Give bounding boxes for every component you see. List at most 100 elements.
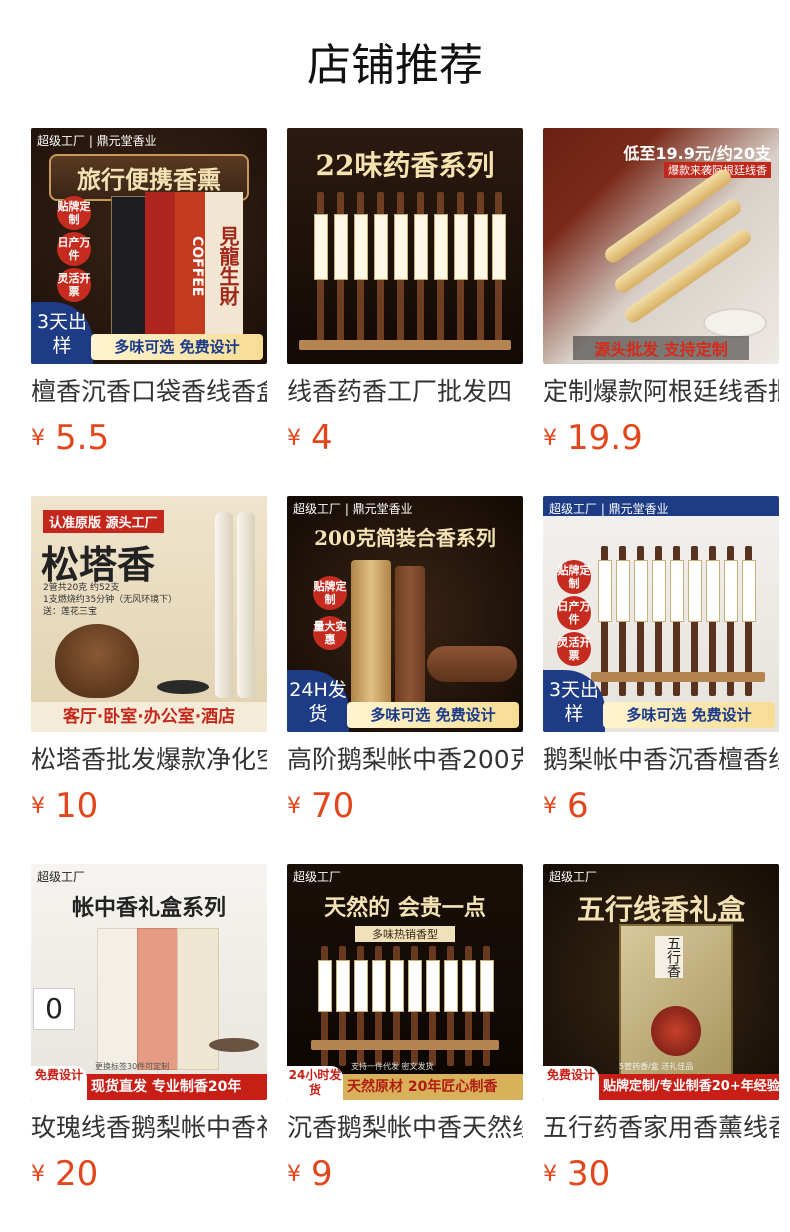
tube-left (215, 512, 233, 698)
image-note: 更换标签30件可定制 (95, 1062, 170, 1071)
wooden-rack (591, 672, 765, 682)
product-card[interactable]: 超级工厂 天然的 会贵一点 多味热销香型 支持一件代发 密文发货 24小时发货 … (287, 864, 523, 1194)
product-name[interactable]: 鹅梨帐中香沉香檀香线香 (543, 742, 779, 778)
image-title: 帐中香礼盒系列 (71, 895, 226, 921)
product-image[interactable]: 超级工厂 五行线香礼盒 五行香 5管药香/盒 送礼佳品 免费设计 贴牌定制/专业… (543, 864, 779, 1100)
image-tag: 免费设计 (31, 1066, 87, 1100)
gift-box-label: 五行香 (655, 936, 683, 978)
price-value: 4 (311, 418, 333, 458)
product-image[interactable]: 超级工厂 天然的 会贵一点 多味热销香型 支持一件代发 密文发货 24小时发货 … (287, 864, 523, 1100)
currency-symbol: ¥ (287, 1161, 301, 1187)
product-image[interactable]: 超级工厂 | 鼎元堂香业 贴牌定制 日产万件 灵活开票 3天出样 多味可选 免费… (543, 496, 779, 732)
gift-box-1 (97, 928, 139, 1070)
corner-badge: 3天出样 (31, 302, 93, 364)
product-price: ¥9 (287, 1154, 333, 1194)
product-price: ¥70 (287, 786, 354, 826)
image-banner: 多味可选 免费设计 (603, 702, 775, 728)
image-title: 天然的 会贵一点 (324, 895, 486, 921)
brand-label: 超级工厂 | 鼎元堂香业 (37, 134, 157, 148)
product-name[interactable]: 玫瑰线香鹅梨帐中香礼盒 (31, 1110, 267, 1146)
product-card[interactable]: 超级工厂 五行线香礼盒 五行香 5管药香/盒 送礼佳品 免费设计 贴牌定制/专业… (543, 864, 779, 1194)
image-note: 5管药香/盒 送礼佳品 (619, 1062, 694, 1071)
product-image[interactable]: 22味药香系列 (287, 128, 523, 364)
product-image[interactable]: 超级工厂 帐中香礼盒系列 0 更换标签30件可定制 免费设计 现货直发 专业制香… (31, 864, 267, 1100)
product-card[interactable]: 超级工厂 帐中香礼盒系列 0 更换标签30件可定制 免费设计 现货直发 专业制香… (31, 864, 267, 1194)
product-box-red (145, 192, 175, 340)
image-banner: 多味可选 免费设计 (347, 702, 519, 728)
currency-symbol: ¥ (543, 793, 557, 819)
gift-box-2 (137, 928, 179, 1070)
badge-daily: 日产万件 (57, 232, 91, 266)
product-name[interactable]: 线香药香工厂批发四 (287, 374, 523, 410)
product-name[interactable]: 檀香沉香口袋香线香盒装 (31, 374, 267, 410)
price-value: 19.9 (567, 418, 643, 458)
currency-symbol: ¥ (543, 425, 557, 451)
currency-symbol: ¥ (287, 793, 301, 819)
product-card[interactable]: 认准原版 源头工厂 松塔香 2管共20克 约52支 1支燃烧约35分钟（无风环境… (31, 496, 267, 826)
gift-box: 五行香 (619, 924, 733, 1078)
image-banner: 客厅·卧室·办公室·酒店 (31, 702, 267, 732)
pinecone (55, 624, 139, 698)
product-card[interactable]: 22味药香系列 线香药香工厂批发四 ¥ 4 (287, 128, 523, 458)
image-subtitle: 多味热销香型 (355, 926, 455, 942)
corner-badge: 24H发货 (287, 670, 349, 732)
badge-invoice: 灵活开票 (557, 632, 591, 666)
price-value: 5.5 (55, 418, 110, 458)
image-title: 五行线香礼盒 (576, 893, 745, 926)
product-name[interactable]: 松塔香批发爆款净化空气 (31, 742, 267, 778)
image-banner: 源头批发 支持定制 (573, 336, 749, 360)
lotus-holder (157, 680, 209, 694)
product-image[interactable]: 认准原版 源头工厂 松塔香 2管共20克 约52支 1支燃烧约35分钟（无风环境… (31, 496, 267, 732)
product-box-cream: 見龍生財 (205, 192, 243, 340)
incense-holder (209, 1038, 259, 1052)
wooden-rack (299, 340, 511, 350)
product-image[interactable]: 超级工厂 | 鼎元堂香业 200克简装合香系列 贴牌定制 量大实惠 24H发货 … (287, 496, 523, 732)
currency-symbol: ¥ (31, 1161, 45, 1187)
product-name[interactable]: 沉香鹅梨帐中香天然线香 (287, 1110, 523, 1146)
product-image[interactable]: 低至19.9元/约20支 爆款来袭阿根廷线香 源头批发 支持定制 (543, 128, 779, 364)
product-price: ¥4 (287, 418, 333, 458)
product-price: ¥30 (543, 1154, 610, 1194)
brand-label: 超级工厂 | 鼎元堂香业 (293, 502, 413, 516)
product-card[interactable]: 低至19.9元/约20支 爆款来袭阿根廷线香 源头批发 支持定制 定制爆款阿根廷… (543, 128, 779, 458)
bundle-2 (395, 566, 425, 706)
image-tag: 24小时发货 (287, 1066, 343, 1100)
currency-symbol: ¥ (31, 793, 45, 819)
wooden-rack (311, 1040, 499, 1050)
price-value: 6 (567, 786, 589, 826)
image-title: 22味药香系列 (315, 149, 495, 182)
product-price: ¥5.5 (31, 418, 109, 458)
image-tag: 认准原版 源头工厂 (43, 510, 164, 533)
price-value: 30 (567, 1154, 611, 1194)
image-tag: 免费设计 (543, 1066, 599, 1100)
price-value: 70 (311, 786, 355, 826)
currency-symbol: ¥ (287, 425, 301, 451)
product-price: ¥19.9 (543, 418, 643, 458)
product-price: ¥20 (31, 1154, 98, 1194)
badge-invoice: 灵活开票 (57, 268, 91, 302)
page-title: 店铺推荐 (307, 40, 483, 91)
currency-symbol: ¥ (31, 425, 45, 451)
price-value: 10 (55, 786, 99, 826)
product-box-black (111, 196, 149, 342)
image-banner: 多味可选 免费设计 (91, 334, 263, 360)
tube-right (237, 512, 255, 698)
brand-label: 超级工厂 (37, 870, 86, 884)
product-name[interactable]: 定制爆款阿根廷线香批发 (543, 374, 779, 410)
badge-bulk: 量大实惠 (313, 616, 347, 650)
product-name[interactable]: 高阶鹅梨帐中香200克 (287, 742, 523, 778)
price-value: 20 (55, 1154, 99, 1194)
badge-oem: 贴牌定制 (313, 576, 347, 610)
product-card[interactable]: 超级工厂 | 鼎元堂香业 200克简装合香系列 贴牌定制 量大实惠 24H发货 … (287, 496, 523, 826)
price-value: 9 (311, 1154, 333, 1194)
calendar-block: 0 (33, 988, 75, 1030)
product-card[interactable]: 超级工厂 | 鼎元堂香业 旅行便携香熏 COFFEE 見龍生財 贴牌定制 日产万… (31, 128, 267, 458)
product-name[interactable]: 五行药香家用香薰线香 (543, 1110, 779, 1146)
image-title: 200克简装合香系列 (314, 526, 496, 550)
product-price: ¥6 (543, 786, 589, 826)
badge-oem: 贴牌定制 (557, 560, 591, 594)
product-image[interactable]: 超级工厂 | 鼎元堂香业 旅行便携香熏 COFFEE 見龍生財 贴牌定制 日产万… (31, 128, 267, 364)
image-title: 低至19.9元/约20支 (623, 144, 771, 163)
product-card[interactable]: 超级工厂 | 鼎元堂香业 贴牌定制 日产万件 灵活开票 3天出样 多味可选 免费… (543, 496, 779, 826)
brand-label: 超级工厂 (293, 870, 342, 884)
